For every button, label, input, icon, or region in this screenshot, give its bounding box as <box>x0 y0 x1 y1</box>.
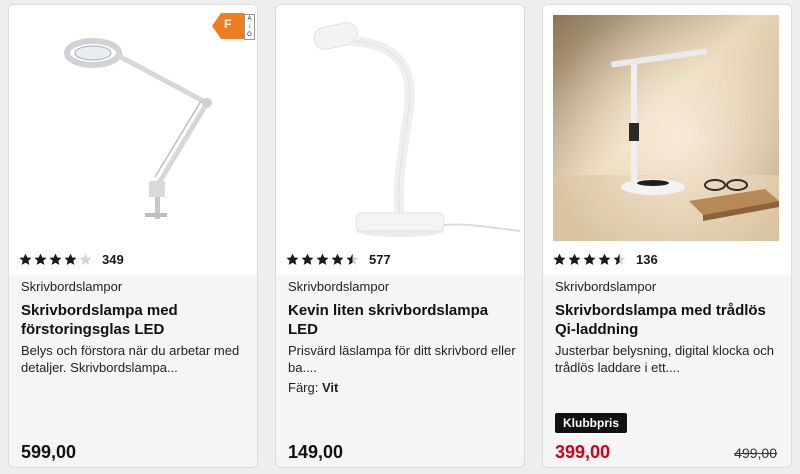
product-description: Justerbar belysning, digital klocka och … <box>555 343 774 375</box>
product-title[interactable]: Skrivbordslampa med förstoringsglas LED <box>21 301 249 339</box>
product-price: 599,00 <box>21 442 77 462</box>
rating-count: 136 <box>636 251 658 267</box>
star-icon <box>331 253 344 265</box>
rating-count: 349 <box>102 251 124 267</box>
product-category: Skrivbordslampor <box>555 279 657 294</box>
star-icon <box>316 253 329 265</box>
star-icon <box>286 253 299 265</box>
star-icon <box>19 253 32 265</box>
product-sale-price: 399,00 <box>555 442 611 462</box>
product-title[interactable]: Skrivbordslampa med trådlös Qi-laddning <box>555 301 783 339</box>
product-price: 149,00 <box>288 442 344 462</box>
star-icon <box>613 253 626 265</box>
star-icon <box>79 253 92 265</box>
star-icon <box>301 253 314 265</box>
product-category: Skrivbordslampor <box>21 279 123 294</box>
product-category: Skrivbordslampor <box>288 279 390 294</box>
product-rating: 349 <box>19 249 124 269</box>
product-description: Belys och förstora när du arbetar med de… <box>21 343 240 375</box>
energy-scale: A ↕ G <box>244 14 255 40</box>
energy-scale-bottom: G <box>247 32 252 38</box>
product-rating: 136 <box>553 249 658 269</box>
star-icon <box>598 253 611 265</box>
energy-class: F <box>224 17 232 31</box>
club-price-badge: Klubbpris <box>555 413 627 433</box>
energy-label-badge[interactable]: F A ↕ G <box>212 13 256 43</box>
product-rating: 577 <box>286 249 391 269</box>
star-icon <box>49 253 62 265</box>
product-image-magnifier-lamp[interactable]: F A ↕ G <box>9 5 257 275</box>
energy-scale-arrow-icon: ↕ <box>248 24 251 30</box>
star-icon <box>553 253 566 265</box>
product-description: Prisvärd läslampa för ditt skrivbord ell… <box>288 343 516 375</box>
product-image-qi-lamp[interactable] <box>543 5 791 275</box>
star-icon <box>568 253 581 265</box>
star-icon <box>34 253 47 265</box>
rating-count: 577 <box>369 251 391 267</box>
star-icon <box>64 253 77 265</box>
star-icon <box>346 253 359 265</box>
color-label: Färg: <box>288 380 319 395</box>
product-card-magnifier-lamp[interactable]: F A ↕ G 349 Skrivbordslampor Skrivbordsl… <box>8 4 258 468</box>
product-title[interactable]: Kevin liten skrivbordslampa LED <box>288 301 516 339</box>
product-card-qi-lamp[interactable]: 136 Skrivbordslampor Skrivbordslampa med… <box>542 4 792 468</box>
energy-scale-top: A <box>247 16 252 22</box>
star-icon <box>583 253 596 265</box>
product-color: Färg: Vit <box>288 380 338 395</box>
product-image-kevin-lamp[interactable] <box>276 5 524 275</box>
color-value: Vit <box>321 380 339 395</box>
product-card-kevin-lamp[interactable]: 577 Skrivbordslampor Kevin liten skrivbo… <box>275 4 525 468</box>
product-old-price: 499,00 <box>734 445 777 461</box>
